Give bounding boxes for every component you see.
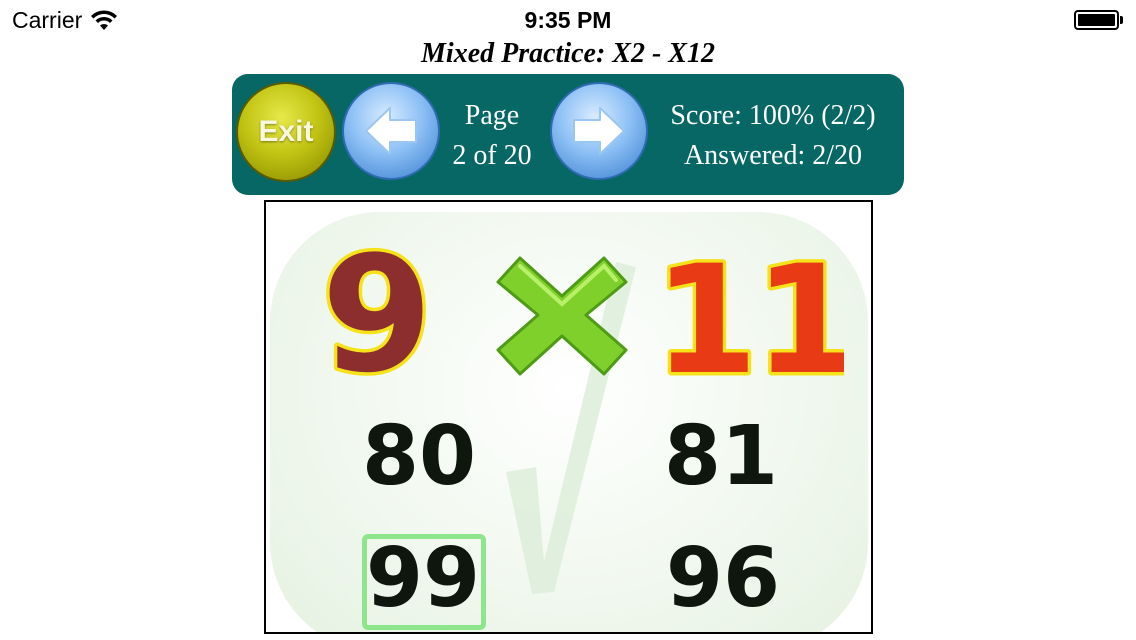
answer-option-3[interactable]: 99 [366, 538, 480, 620]
factor-b-number: 11 [664, 232, 844, 392]
factor-b-text: 11 [664, 234, 844, 392]
answer-option-4[interactable]: 96 [666, 538, 780, 620]
left-arrow-icon [365, 107, 417, 155]
answered-text: Answered: 2/20 [683, 140, 863, 171]
battery-icon [1074, 10, 1124, 30]
question-card: 9 11 80 81 99 96 [264, 200, 873, 634]
page-label: Page [464, 100, 520, 131]
right-arrow-icon [573, 107, 625, 155]
answer-option-2[interactable]: 81 [664, 416, 778, 498]
page-count: 2 of 20 [452, 140, 532, 171]
answer-option-1[interactable]: 80 [362, 416, 476, 498]
status-bar: Carrier 9:35 PM [0, 0, 1136, 40]
factor-a-number: 9 [318, 232, 436, 392]
score-panel: Score: 100% (2/2) Answered: 2/20 [650, 96, 896, 176]
page-indicator: Page 2 of 20 [442, 96, 542, 176]
previous-page-button[interactable] [342, 82, 440, 180]
status-time: 9:35 PM [524, 7, 612, 33]
page-title: Mixed Practice: X2 - X12 [421, 38, 715, 69]
toolbar: Exit Page 2 of 20 Score: 100% (2/2) Answ… [232, 74, 904, 195]
exit-button-label: Exit [258, 115, 314, 148]
next-page-button[interactable] [550, 82, 648, 180]
factor-a-text: 9 [321, 232, 432, 392]
multiply-sign-icon [496, 256, 628, 376]
score-text: Score: 100% (2/2) [670, 100, 876, 131]
exit-button[interactable]: Exit [236, 82, 336, 182]
